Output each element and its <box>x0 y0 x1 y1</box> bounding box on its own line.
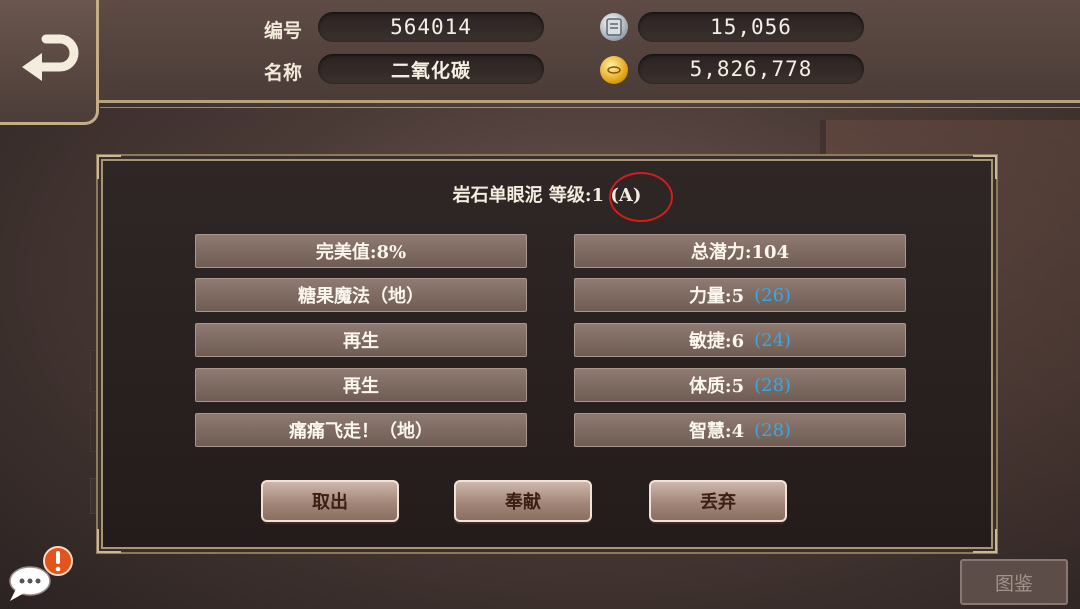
back-arrow-icon <box>22 34 79 81</box>
stat-constitution: 体质:5 (28) <box>574 368 906 402</box>
dialog-corner <box>973 529 997 553</box>
stat-label: 体质:5 <box>688 376 745 397</box>
stat-agility: 敏捷:6 (24) <box>574 323 906 357</box>
back-button[interactable] <box>0 0 99 125</box>
chat-button[interactable] <box>6 545 78 605</box>
stat-label: 力量:5 <box>688 286 745 307</box>
offer-button[interactable]: 奉献 <box>454 480 592 522</box>
ticket-value: 15,056 <box>638 12 864 42</box>
stat-wisdom: 智慧:4 (28) <box>574 413 906 447</box>
stat-potential: (28) <box>754 374 792 396</box>
stat-strength: 力量:5 (26) <box>574 278 906 312</box>
stat-label: 总潜力:104 <box>690 242 790 263</box>
perfection-value: 完美值:8% <box>195 234 527 268</box>
dialog-corner <box>973 155 997 179</box>
discard-button[interactable]: 丢弃 <box>649 480 787 522</box>
dialog-corner <box>97 155 121 179</box>
name-label: 名称 <box>264 62 303 84</box>
grade-highlight-circle <box>609 172 673 222</box>
withdraw-button[interactable]: 取出 <box>261 480 399 522</box>
skill-slot[interactable]: 痛痛飞走！（地） <box>195 413 527 447</box>
stat-potential: (24) <box>754 329 792 351</box>
dialog-corner <box>97 529 121 553</box>
id-label: 编号 <box>264 20 303 42</box>
ticket-icon <box>600 13 628 41</box>
chat-bubble-icon <box>9 546 73 601</box>
skill-slot[interactable]: 糖果魔法（地） <box>195 278 527 312</box>
stat-label: 智慧:4 <box>688 421 745 442</box>
name-value: 二氧化碳 <box>318 54 544 84</box>
skill-slot[interactable]: 再生 <box>195 323 527 357</box>
atlas-button[interactable]: 图鉴 <box>960 559 1068 605</box>
top-header: 编号 564014 名称 二氧化碳 15,056 5,826,778 <box>0 0 1080 108</box>
gold-value: 5,826,778 <box>638 54 864 84</box>
gold-coin-icon <box>600 56 628 84</box>
total-potential: 总潜力:104 <box>574 234 906 268</box>
pet-title: 岩石单眼泥 等级:1 (A) <box>452 185 642 206</box>
skill-slot[interactable]: 再生 <box>195 368 527 402</box>
stat-label: 敏捷:6 <box>688 331 745 352</box>
id-value: 564014 <box>318 12 544 42</box>
stat-potential: (28) <box>754 419 792 441</box>
pet-detail-dialog: 岩石单眼泥 等级:1 (A) 完美值:8% 糖果魔法（地） 再生 再生 痛痛飞走… <box>97 155 997 553</box>
stat-potential: (26) <box>754 284 792 306</box>
